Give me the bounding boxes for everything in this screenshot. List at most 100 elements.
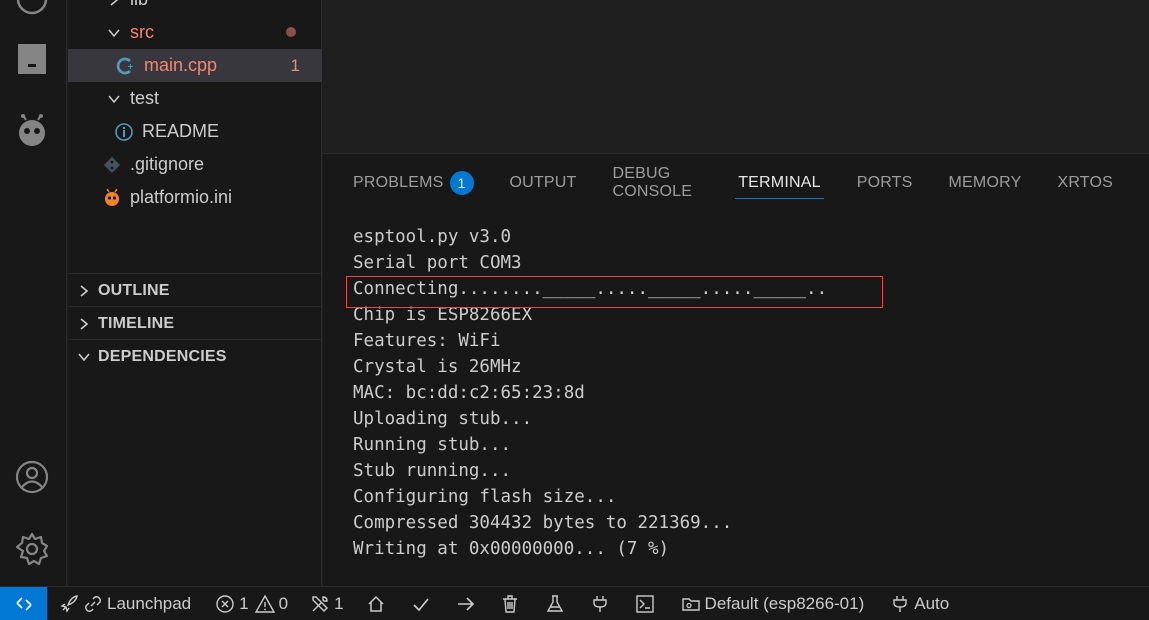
account-circle-top-icon[interactable] [15,0,49,16]
terminal-icon [635,594,654,613]
test-button[interactable] [545,587,565,620]
terminal-line: Configuring flash size... [353,487,617,507]
terminal-line: MAC: bc:dd:c2:65:23:8d [353,383,585,403]
tab-label: XRTOS [1057,174,1113,191]
tab-label: OUTPUT [509,174,577,191]
arrow-right-icon [457,596,474,611]
git-icon [102,155,122,175]
tree-folder-test[interactable]: test [68,82,322,115]
warning-count: 0 [278,593,289,613]
plug-icon [893,595,907,612]
launchpad-label: Launchpad [107,593,192,613]
panel-tabs: PROBLEMS 1 OUTPUT DEBUG CONSOLE TERMINAL… [353,165,1149,200]
tree-label: lib [130,0,148,10]
home-icon [368,595,384,612]
build-button[interactable] [411,587,431,620]
environment-switcher[interactable]: Default (esp8266-01) [681,587,865,620]
port-switcher[interactable]: Auto [890,587,949,620]
terminal-line: Running stub... [353,435,512,455]
serial-monitor-button[interactable] [590,587,610,620]
terminal-line: Stub running... [353,461,512,481]
tab-debug-console[interactable]: DEBUG CONSOLE [612,165,703,200]
section-label: OUTLINE [98,281,170,299]
problem-count: 1 [290,55,300,75]
terminal-line: Crystal is 26MHz [353,357,522,377]
clean-button[interactable] [500,587,520,620]
status-bar: Launchpad 1 0 1 Default (esp8266-01) Aut… [0,586,1149,620]
tab-label: DEBUG CONSOLE [612,165,693,200]
highlight-box [346,276,883,308]
chevron-down-icon [78,352,90,361]
terminal-line: Serial port COM3 [353,253,522,273]
explorer-sidebar: lib src + main.cpp 1 test README .gitign… [68,0,322,586]
platformio-file-icon [102,188,122,208]
environment-label: Default (esp8266-01) [704,593,865,613]
flask-icon [546,594,563,612]
tab-problems[interactable]: PROBLEMS 1 [353,168,474,198]
bottom-panel: PROBLEMS 1 OUTPUT DEBUG CONSOLE TERMINAL… [323,153,1149,586]
activity-bar [0,0,67,586]
settings-gear-icon[interactable] [15,532,49,566]
terminal-line: Compressed 304432 bytes to 221369... [353,513,733,533]
remote-icon [15,596,32,611]
terminal-line: Writing at 0x00000000... (7 %) [353,539,670,559]
tree-label: platformio.ini [130,187,233,207]
trash-icon [502,594,517,613]
problems-status[interactable]: 1 0 [215,587,288,620]
terminal-line: esptool.py v3.0 [353,227,512,247]
section-label: DEPENDENCIES [98,347,227,365]
platformio-alien-icon[interactable] [15,114,49,148]
remote-explorer-icon[interactable] [15,42,49,76]
info-icon [114,122,134,142]
warning-icon [254,594,275,613]
terminal-button[interactable] [635,587,655,620]
tab-label: TERMINAL [738,174,821,191]
tree-label: src [130,22,154,42]
cpp-file-icon: + [116,56,136,76]
tree-label: .gitignore [130,154,205,174]
port-label: Auto [914,593,950,613]
section-label: TIMELINE [98,314,175,332]
tab-label: PROBLEMS [353,174,444,191]
tree-folder-lib[interactable]: lib [68,0,322,16]
section-outline[interactable]: OUTLINE [68,274,322,307]
folder-env-icon [681,597,700,611]
tree-file-gitignore[interactable]: .gitignore [68,148,322,181]
tree-file-platformio-ini[interactable]: platformio.ini [68,181,322,214]
tools-status[interactable]: 1 [310,587,344,620]
tools-icon [312,595,329,612]
check-icon [412,597,429,611]
tab-output[interactable]: OUTPUT [510,168,577,198]
tab-label: PORTS [856,174,913,191]
upload-button[interactable] [456,587,476,620]
tab-terminal[interactable]: TERMINAL [735,168,824,199]
section-timeline[interactable]: TIMELINE [68,307,322,340]
tree-label: test [130,88,160,108]
tree-folder-src[interactable]: src [68,16,322,49]
tree-label: README [142,121,220,141]
plug-link-icon [85,595,101,612]
modified-dot [286,27,296,37]
launchpad-button[interactable]: Launchpad [59,587,191,620]
tab-label: MEMORY [948,174,1022,191]
section-dependencies[interactable]: DEPENDENCIES [68,340,322,373]
error-icon [216,594,234,613]
tools-count: 1 [334,593,344,613]
remote-button[interactable] [0,586,47,620]
tab-ports[interactable]: PORTS [857,168,913,198]
terminal-line: Features: WiFi [353,331,501,351]
terminal-output[interactable]: esptool.py v3.0 Serial port COM3 Connect… [353,224,827,562]
tree-file-main-cpp[interactable]: + main.cpp 1 [68,49,322,82]
chevron-right-icon [80,317,89,330]
account-icon[interactable] [15,460,49,494]
tree-file-readme[interactable]: README [68,115,322,148]
error-count: 1 [239,593,249,613]
tab-xrtos[interactable]: XRTOS [1057,168,1113,198]
chevron-down-icon [108,29,120,37]
home-button[interactable] [366,587,386,620]
editor-area[interactable] [323,0,1149,153]
chevron-down-icon [108,95,120,103]
chevron-right-icon [110,0,118,6]
tab-memory[interactable]: MEMORY [949,168,1022,198]
plug-icon [592,595,607,612]
